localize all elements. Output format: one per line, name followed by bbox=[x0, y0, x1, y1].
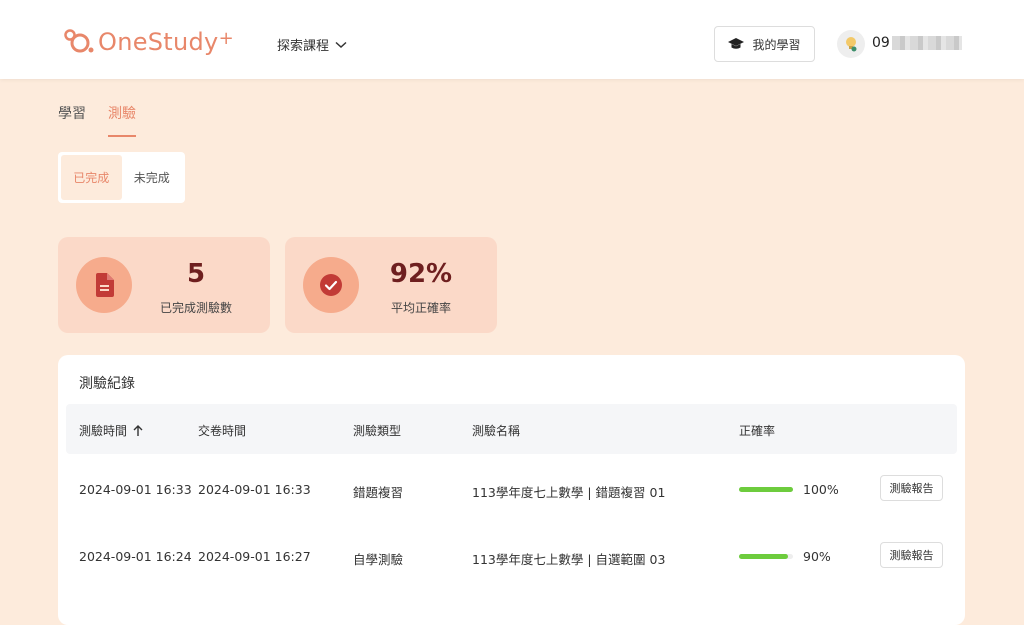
graduation-cap-icon bbox=[728, 38, 745, 49]
column-quiz-type: 測驗類型 bbox=[353, 424, 402, 438]
quiz-name: 113學年度七上數學 | 錯題複習 01 bbox=[472, 485, 666, 500]
accuracy-bar-fill bbox=[739, 487, 793, 492]
user-id-text: 09 bbox=[872, 35, 890, 51]
top-header: OneStudy+ 探索課程 我的學習 09 bbox=[0, 0, 1024, 79]
table-row: 2024-09-01 16:33 2024-09-01 16:33 錯題複習 1… bbox=[58, 456, 965, 522]
column-submit-time: 交卷時間 bbox=[198, 424, 247, 438]
submit-time: 2024-09-01 16:27 bbox=[198, 549, 311, 564]
panel-title: 測驗紀錄 bbox=[79, 376, 135, 392]
my-learning-label: 我的學習 bbox=[752, 37, 801, 52]
completed-count-value: 5 bbox=[186, 259, 206, 289]
sort-ascending-icon bbox=[133, 424, 143, 436]
masked-user-id bbox=[891, 36, 962, 50]
quiz-type: 錯題複習 bbox=[353, 485, 404, 500]
table-row: 2024-09-01 16:24 2024-09-01 16:27 自學測驗 1… bbox=[58, 523, 965, 589]
completed-count-card: 5 已完成測驗數 bbox=[58, 237, 270, 333]
quiz-report-button[interactable]: 測驗報告 bbox=[880, 475, 943, 501]
my-learning-button[interactable]: 我的學習 bbox=[714, 26, 815, 62]
explore-courses-menu[interactable]: 探索課程 bbox=[277, 35, 347, 54]
lightbulb-avatar-icon bbox=[846, 37, 857, 52]
average-accuracy-value: 92% bbox=[389, 259, 453, 289]
tab-learning[interactable]: 學習 bbox=[58, 103, 86, 137]
accuracy-bar bbox=[739, 487, 793, 492]
avatar[interactable] bbox=[837, 30, 865, 58]
submit-time: 2024-09-01 16:33 bbox=[198, 482, 311, 497]
quiz-records-panel: 測驗紀錄 測驗時間 交卷時間 測驗類型 測驗名稱 正確率 2024-09-01 … bbox=[58, 355, 965, 625]
filter-incomplete[interactable]: 未完成 bbox=[122, 155, 183, 200]
accuracy-value: 90% bbox=[803, 549, 831, 564]
quiz-name: 113學年度七上數學 | 自選範圍 03 bbox=[472, 552, 666, 567]
filter-completed[interactable]: 已完成 bbox=[61, 155, 122, 200]
tab-quiz[interactable]: 測驗 bbox=[108, 103, 136, 137]
explore-courses-label: 探索課程 bbox=[277, 39, 330, 54]
quiz-time: 2024-09-01 16:24 bbox=[79, 549, 192, 564]
accuracy-value: 100% bbox=[803, 482, 839, 497]
quiz-report-button[interactable]: 測驗報告 bbox=[880, 542, 943, 568]
table-header: 測驗時間 交卷時間 測驗類型 測驗名稱 正確率 bbox=[66, 404, 957, 454]
column-quiz-time[interactable]: 測驗時間 bbox=[79, 422, 143, 439]
quiz-time: 2024-09-01 16:33 bbox=[79, 482, 192, 497]
column-quiz-name: 測驗名稱 bbox=[472, 424, 521, 438]
document-icon bbox=[76, 257, 132, 313]
column-accuracy: 正確率 bbox=[739, 424, 776, 438]
accuracy-bar-fill bbox=[739, 554, 788, 559]
status-filter: 已完成 未完成 bbox=[58, 152, 185, 203]
main-tabs: 學習 測驗 bbox=[58, 103, 158, 137]
average-accuracy-card: 92% 平均正確率 bbox=[285, 237, 497, 333]
brand-name: OneStudy+ bbox=[98, 28, 234, 56]
logo-icon bbox=[64, 29, 94, 53]
quiz-type: 自學測驗 bbox=[353, 552, 404, 567]
chevron-down-icon bbox=[335, 41, 347, 48]
accuracy-bar bbox=[739, 554, 793, 559]
user-id[interactable]: 09 bbox=[872, 35, 962, 51]
onestudy-logo[interactable]: OneStudy+ bbox=[62, 28, 234, 56]
completed-count-label: 已完成測驗數 bbox=[159, 301, 232, 315]
average-accuracy-label: 平均正確率 bbox=[390, 301, 451, 315]
